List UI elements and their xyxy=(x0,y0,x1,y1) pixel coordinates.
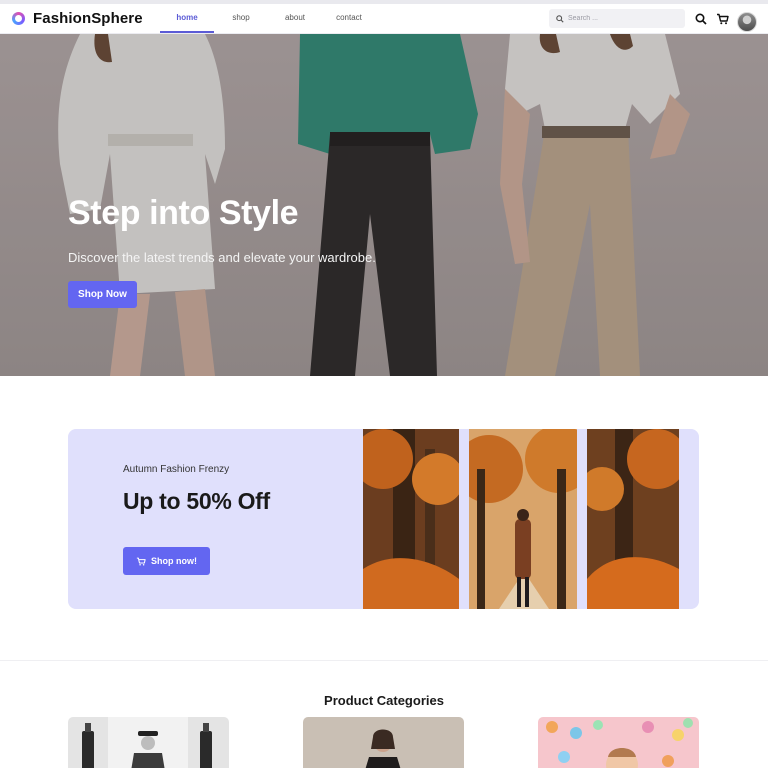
promo-shop-button[interactable]: Shop now! xyxy=(123,547,210,575)
search-box xyxy=(549,9,685,28)
hero-banner: Step into Style Discover the latest tren… xyxy=(0,34,768,376)
nav-link-contact[interactable]: contact xyxy=(322,4,376,33)
hero-title: Step into Style xyxy=(68,194,299,232)
brand-name: FashionSphere xyxy=(33,10,143,27)
search-field-icon xyxy=(556,14,564,23)
nav-link-home[interactable]: home xyxy=(160,4,214,33)
ring-logo-icon xyxy=(12,12,25,25)
navbar: FashionSphere home shop about contact xyxy=(0,4,768,34)
cart-icon[interactable] xyxy=(715,12,729,26)
search-icon[interactable] xyxy=(694,12,708,26)
promo-image-right xyxy=(587,429,679,609)
category-card-kids[interactable] xyxy=(538,717,699,768)
search-input[interactable] xyxy=(568,15,678,22)
nav-links: home shop about contact xyxy=(160,4,376,33)
hero-subtitle: Discover the latest trends and elevate y… xyxy=(68,250,376,265)
nav-link-about[interactable]: about xyxy=(268,4,322,33)
category-card-men[interactable] xyxy=(68,717,229,768)
brand-logo[interactable]: FashionSphere xyxy=(12,10,143,27)
promo-kicker: Autumn Fashion Frenzy xyxy=(123,464,230,475)
promo-title: Up to 50% Off xyxy=(123,488,270,514)
category-image-women xyxy=(303,717,464,768)
nav-link-shop[interactable]: shop xyxy=(214,4,268,33)
promo-shop-label: Shop now! xyxy=(151,556,197,566)
category-card-women[interactable] xyxy=(303,717,464,768)
section-divider xyxy=(0,660,768,661)
categories-heading: Product Categories xyxy=(324,693,444,708)
shop-now-button[interactable]: Shop Now xyxy=(68,281,137,308)
promo-image-left xyxy=(363,429,459,609)
promo-image-center xyxy=(469,429,577,609)
category-image-men xyxy=(68,717,229,768)
promo-banner: Autumn Fashion Frenzy Up to 50% Off Shop… xyxy=(68,429,699,609)
user-avatar[interactable] xyxy=(737,12,757,32)
category-image-kids xyxy=(538,717,699,768)
cart-icon xyxy=(136,557,146,565)
